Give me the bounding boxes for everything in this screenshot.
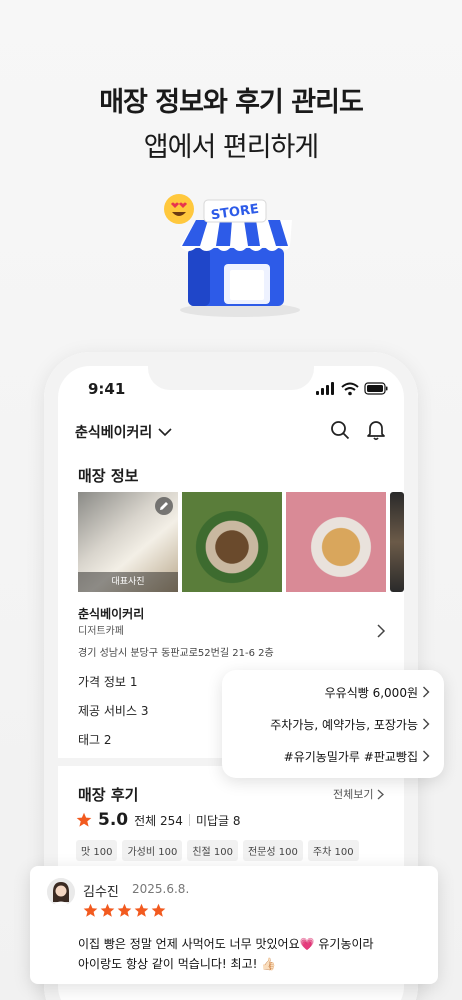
phone-notch xyxy=(148,352,314,390)
star-icon xyxy=(83,903,98,917)
keyword-chip: 전문성 100 xyxy=(243,840,303,861)
edit-photo-button[interactable] xyxy=(155,497,173,515)
store-photos: 대표사진 xyxy=(78,492,404,592)
status-time: 9:41 xyxy=(88,380,126,398)
signal-icon xyxy=(316,382,334,395)
keyword-chips: 맛 100 가성비 100 친절 100 전문성 100 주차 100 xyxy=(76,840,359,861)
popup-item-tags[interactable]: #유기농밀가루 #판교빵집 xyxy=(284,748,418,765)
headline-line1: 매장 정보와 후기 관리도 xyxy=(99,87,364,118)
chevron-down-icon xyxy=(158,428,172,437)
info-row-count: 2 xyxy=(103,733,112,747)
pencil-icon xyxy=(160,502,168,510)
see-all-label: 전체보기 xyxy=(333,788,374,801)
review-text-line2: 아이랑도 항상 같이 먹습니다! 최고! 👍🏻 xyxy=(78,957,277,971)
store-category: 디저트카페 xyxy=(78,626,124,637)
info-row-count: 3 xyxy=(140,704,149,718)
bell-icon[interactable] xyxy=(366,419,386,441)
store-photo[interactable] xyxy=(286,492,386,592)
star-icon xyxy=(151,903,166,917)
store-info-title: 매장 정보 xyxy=(78,467,139,485)
popup-item-services[interactable]: 주차가능, 예약가능, 포장가능 xyxy=(270,716,418,733)
heart-eyes-emoji-icon xyxy=(164,194,194,224)
reviewer-name: 김수진 xyxy=(83,885,119,900)
info-row-price[interactable]: 가격 정보 1 xyxy=(78,673,137,690)
star-icon xyxy=(117,903,132,917)
chevron-right-icon[interactable] xyxy=(422,750,430,762)
rating-summary: 5.0 전체 254 미답글 8 xyxy=(76,810,241,830)
chevron-right-icon[interactable] xyxy=(376,624,386,638)
store-photo[interactable] xyxy=(182,492,282,592)
chevron-right-icon xyxy=(378,789,385,799)
user-avatar-icon xyxy=(47,878,75,906)
review-total: 전체 254 xyxy=(134,813,183,828)
rating-score: 5.0 xyxy=(98,810,129,830)
store-selector[interactable]: 춘식베이커리 xyxy=(75,422,172,442)
review-date: 2025.6.8. xyxy=(132,882,190,896)
keyword-chip: 주차 100 xyxy=(307,840,359,861)
chevron-right-icon[interactable] xyxy=(422,686,430,698)
star-icon xyxy=(100,903,115,917)
review-text: 이집 빵은 정말 언제 사먹어도 너무 맛있어요💗 유기농이라 아이랑도 항상 … xyxy=(78,934,428,974)
keyword-chip: 맛 100 xyxy=(76,840,118,861)
review-text-line1: 이집 빵은 정말 언제 사먹어도 너무 맛있어요💗 유기농이라 xyxy=(78,937,374,951)
store-photo-partial[interactable] xyxy=(390,492,404,592)
reviews-title: 매장 후기 xyxy=(78,786,139,804)
review-stars xyxy=(83,903,166,918)
see-all-link[interactable]: 전체보기 xyxy=(333,786,385,802)
info-detail-popup: 우유식빵 6,000원 주차가능, 예약가능, 포장가능 #유기농밀가루 #판교… xyxy=(222,670,444,778)
info-row-label: 태그 xyxy=(78,733,101,747)
star-icon xyxy=(76,812,92,827)
store-address: 경기 성남시 분당구 동판교로52번길 21-6 2층 xyxy=(78,648,274,659)
battery-icon xyxy=(364,382,388,395)
keyword-chip: 친절 100 xyxy=(187,840,239,861)
info-row-label: 제공 서비스 xyxy=(78,704,138,718)
info-row-tags[interactable]: 태그 2 xyxy=(78,731,112,748)
chevron-right-icon[interactable] xyxy=(422,718,430,730)
popup-item-price[interactable]: 우유식빵 6,000원 xyxy=(325,684,418,701)
keyword-chip: 가성비 100 xyxy=(122,840,183,861)
info-row-services[interactable]: 제공 서비스 3 xyxy=(78,702,148,719)
search-icon[interactable] xyxy=(330,420,350,440)
info-row-label: 가격 정보 xyxy=(78,675,126,689)
rating-separator xyxy=(188,814,190,826)
review-unanswered: 미답글 8 xyxy=(195,813,241,828)
store-photo-main[interactable]: 대표사진 xyxy=(78,492,178,592)
store-name[interactable]: 춘식베이커리 xyxy=(78,605,144,622)
status-icons xyxy=(316,382,388,396)
info-row-count: 1 xyxy=(129,675,138,689)
headline: 매장 정보와 후기 관리도 앱에서 편리하게 xyxy=(0,80,462,164)
wifi-icon xyxy=(341,382,359,396)
avatar xyxy=(47,878,75,906)
main-photo-badge: 대표사진 xyxy=(78,572,178,592)
headline-line2: 앱에서 편리하게 xyxy=(143,132,319,163)
review-card[interactable]: 김수진 2025.6.8. 이집 빵은 정말 언제 사먹어도 너무 맛있어요💗 … xyxy=(30,866,438,984)
store-selector-label: 춘식베이커리 xyxy=(75,425,153,441)
star-icon xyxy=(134,903,149,917)
